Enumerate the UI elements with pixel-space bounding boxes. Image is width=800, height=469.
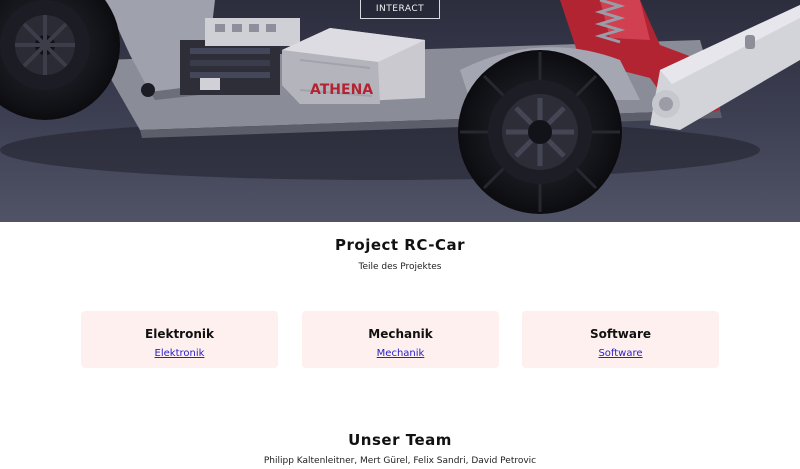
project-subtitle: Teile des Projektes (358, 262, 442, 272)
card-title: Elektronik (145, 327, 214, 341)
project-title: Project RC-Car (335, 236, 465, 254)
rc-car-render: ATHENA (0, 0, 800, 222)
link-software[interactable]: Software (598, 348, 642, 359)
project-parts-cards: Elektronik Elektronik Mechanik Mechanik … (0, 311, 800, 368)
card-mechanik: Mechanik Mechanik (302, 311, 499, 368)
team-members: Philipp Kaltenleitner, Mert Gürel, Felix… (263, 456, 537, 466)
link-mechanik[interactable]: Mechanik (377, 348, 425, 359)
interact-button[interactable]: INTERACT (360, 0, 440, 19)
card-software: Software Software (522, 311, 719, 368)
card-title: Software (589, 327, 652, 341)
hero-banner: ATHENA INTERACT (0, 0, 800, 222)
card-elektronik: Elektronik Elektronik (81, 311, 278, 368)
card-title: Mechanik (368, 327, 433, 341)
link-elektronik[interactable]: Elektronik (155, 348, 205, 359)
athena-badge: ATHENA (310, 82, 373, 98)
team-title: Unser Team (348, 431, 452, 449)
